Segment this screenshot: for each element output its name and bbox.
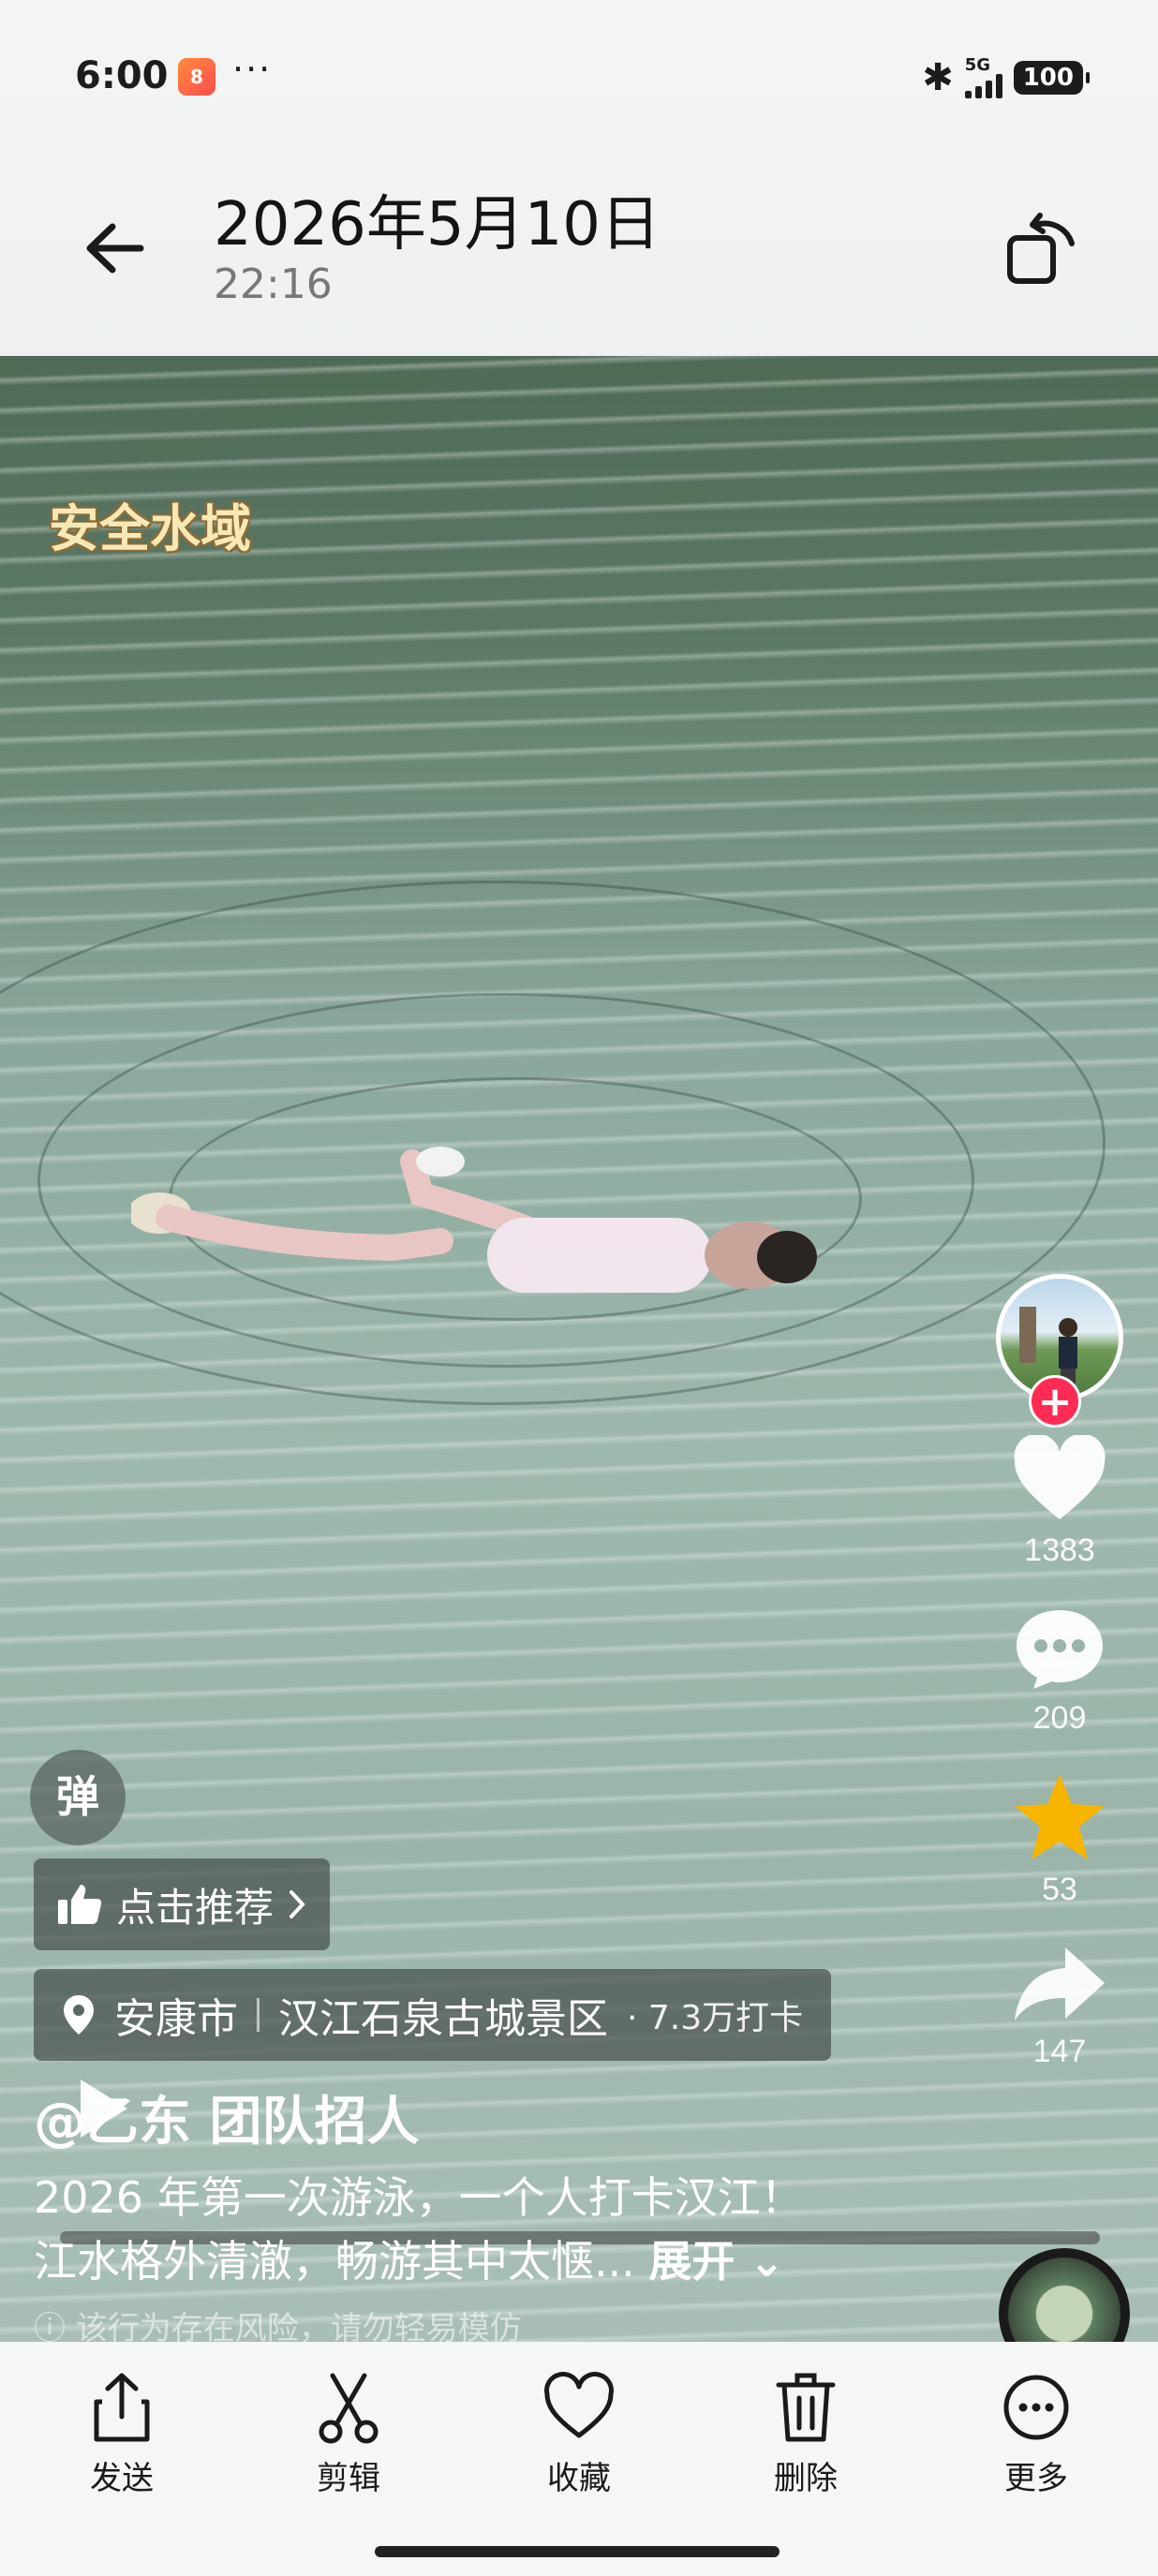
swimmer-figure bbox=[131, 1147, 817, 1293]
favorite-count: 53 bbox=[1042, 1872, 1077, 1907]
edit-button[interactable]: 剪辑 bbox=[274, 2370, 423, 2498]
caption-line-1: 2026 年第一次游泳，一个人打卡汉江！ bbox=[34, 2172, 804, 2223]
cellular-signal-icon: 5G bbox=[964, 55, 1002, 98]
comment-count: 209 bbox=[1032, 1700, 1087, 1736]
danmu-toggle-button[interactable]: 弹 bbox=[30, 1750, 126, 1845]
comment-icon[interactable] bbox=[1011, 1603, 1108, 1693]
more-button[interactable]: 更多 bbox=[961, 2370, 1111, 2498]
status-indicators: ✱ 5G 100 bbox=[922, 55, 1091, 99]
status-time: 6:00 bbox=[75, 54, 169, 97]
risk-warning-text: 该行为存在风险，请勿轻易模仿 bbox=[75, 2310, 522, 2342]
send-label: 发送 bbox=[90, 2460, 154, 2497]
heart-outline-icon bbox=[544, 2372, 614, 2438]
video-player[interactable]: 安全水域 + 1383 209 53 147 弹 点击推荐 安康市 汉江石泉古城… bbox=[0, 356, 1158, 2342]
edit-label: 剪辑 bbox=[317, 2460, 380, 2497]
location-pin-icon bbox=[64, 1995, 94, 2035]
like-control[interactable]: 1383 bbox=[1011, 1435, 1108, 1569]
recommend-button[interactable]: 点击推荐 bbox=[34, 1858, 331, 1950]
chevron-down-icon: ⌄ bbox=[749, 2236, 785, 2287]
location-tag[interactable]: 安康市 汉江石泉古城景区 · 7.3万打卡 bbox=[34, 1969, 832, 2061]
network-type: 5G bbox=[964, 55, 991, 75]
risk-warning: ⓘ 该行为存在风险，请勿轻易模仿 bbox=[34, 2302, 522, 2342]
chevron-right-icon bbox=[290, 1890, 305, 1918]
video-overlay-text: 安全水域 bbox=[49, 499, 251, 558]
follow-button[interactable]: + bbox=[1029, 1375, 1081, 1428]
battery-indicator: 100 bbox=[1013, 61, 1091, 95]
upload-share-icon bbox=[94, 2373, 150, 2442]
page-title: 2026年5月10日 bbox=[214, 190, 661, 259]
favorite-control[interactable]: 53 bbox=[1011, 1770, 1108, 1908]
rotate-screen-icon[interactable] bbox=[999, 206, 1083, 290]
send-button[interactable]: 发送 bbox=[47, 2370, 197, 2498]
location-place: 汉江石泉古城景区 bbox=[278, 1995, 608, 2043]
more-options-icon bbox=[1003, 2375, 1069, 2440]
thumbs-up-icon bbox=[58, 1885, 102, 1924]
info-icon: ⓘ bbox=[34, 2310, 76, 2342]
bottom-toolbar: 发送 剪辑 收藏 删除 更多 bbox=[0, 2342, 1158, 2576]
share-count: 147 bbox=[1032, 2034, 1087, 2069]
music-disc-icon[interactable] bbox=[999, 2248, 1130, 2342]
delete-label: 删除 bbox=[774, 2460, 838, 2497]
caption-text: 江水格外清澈，畅游其中太惬... bbox=[34, 2236, 635, 2287]
comment-control[interactable]: 209 bbox=[1011, 1603, 1108, 1737]
share-arrow-icon[interactable] bbox=[1011, 1942, 1108, 2026]
star-icon[interactable] bbox=[1011, 1770, 1108, 1864]
location-city: 安康市 bbox=[114, 1995, 238, 2043]
top-header: 6:00 8 ··· ✱ 5G 100 2026年5月10日 22:16 bbox=[0, 0, 1158, 356]
more-notifications-indicator: ··· bbox=[232, 49, 273, 90]
bluetooth-icon: ✱ bbox=[922, 56, 954, 99]
action-rail: + 1383 209 53 147 bbox=[989, 1274, 1130, 2070]
app-notification-icon: 8 bbox=[178, 58, 215, 96]
home-indicator[interactable] bbox=[375, 2546, 779, 2557]
scissors-icon bbox=[319, 2373, 379, 2444]
like-count: 1383 bbox=[1024, 1532, 1095, 1568]
caption-line-2: 江水格外清澈，畅游其中太惬... 展开 ⌄ bbox=[34, 2228, 785, 2289]
share-control[interactable]: 147 bbox=[1011, 1942, 1108, 2070]
back-arrow-icon[interactable] bbox=[75, 206, 159, 290]
location-checkins: · 7.3万打卡 bbox=[627, 1999, 804, 2037]
delete-button[interactable]: 删除 bbox=[731, 2370, 881, 2498]
location-divider bbox=[257, 1998, 260, 2032]
heart-icon[interactable] bbox=[1011, 1435, 1108, 1525]
collect-button[interactable]: 收藏 bbox=[504, 2370, 654, 2498]
trash-icon bbox=[776, 2373, 836, 2442]
author-name[interactable]: @乙东 团队招人 bbox=[34, 2080, 420, 2155]
more-label: 更多 bbox=[1004, 2460, 1068, 2497]
page-subtitle-time: 22:16 bbox=[214, 260, 333, 308]
expand-caption-button[interactable]: 展开 bbox=[649, 2236, 735, 2287]
recommend-label: 点击推荐 bbox=[116, 1884, 275, 1931]
collect-label: 收藏 bbox=[547, 2460, 611, 2497]
